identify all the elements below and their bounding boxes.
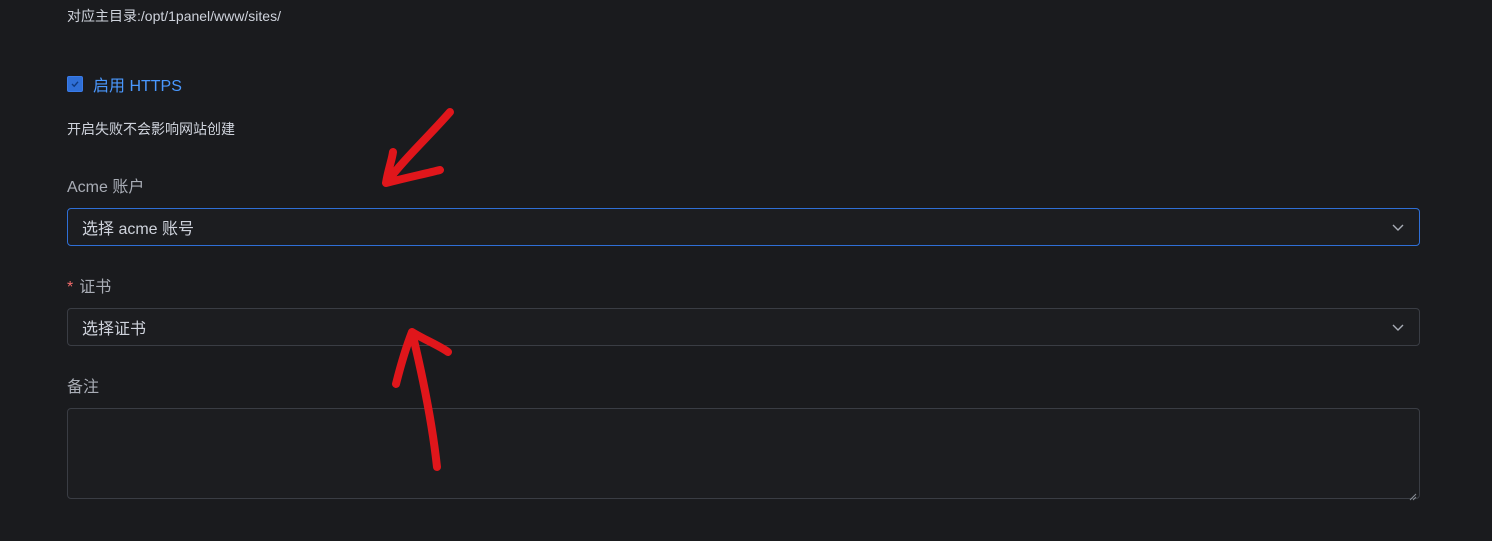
remark-textarea[interactable] [67,408,1420,501]
required-mark: * [67,279,74,296]
checkbox-checked-icon[interactable] [67,76,83,92]
site-root-hint: 对应主目录:/opt/1panel/www/sites/ [67,8,281,24]
certificate-placeholder: 选择证书 [82,321,147,338]
resize-handle-icon[interactable] [1409,488,1417,501]
certificate-select[interactable]: 选择证书 [67,308,1420,346]
remark-label: 备注 [67,379,100,396]
acme-account-label: Acme 账户 [67,179,145,196]
enable-https-label[interactable]: 启用 HTTPS [93,72,182,96]
https-settings-form: 对应主目录:/opt/1panel/www/sites/ 启用 HTTPS 开启… [0,0,1492,541]
enable-https-checkbox[interactable]: 启用 HTTPS [67,72,182,96]
https-tip: 开启失败不会影响网站创建 [67,121,235,137]
arrow-to-acme-icon [382,108,454,187]
certificate-label-text: 证书 [79,279,112,296]
chevron-down-icon[interactable] [1391,220,1405,234]
certificate-label: * 证书 [67,273,111,297]
acme-account-select[interactable]: 选择 acme 账号 [67,208,1420,246]
acme-account-placeholder: 选择 acme 账号 [82,221,195,238]
chevron-down-icon[interactable] [1391,320,1405,334]
